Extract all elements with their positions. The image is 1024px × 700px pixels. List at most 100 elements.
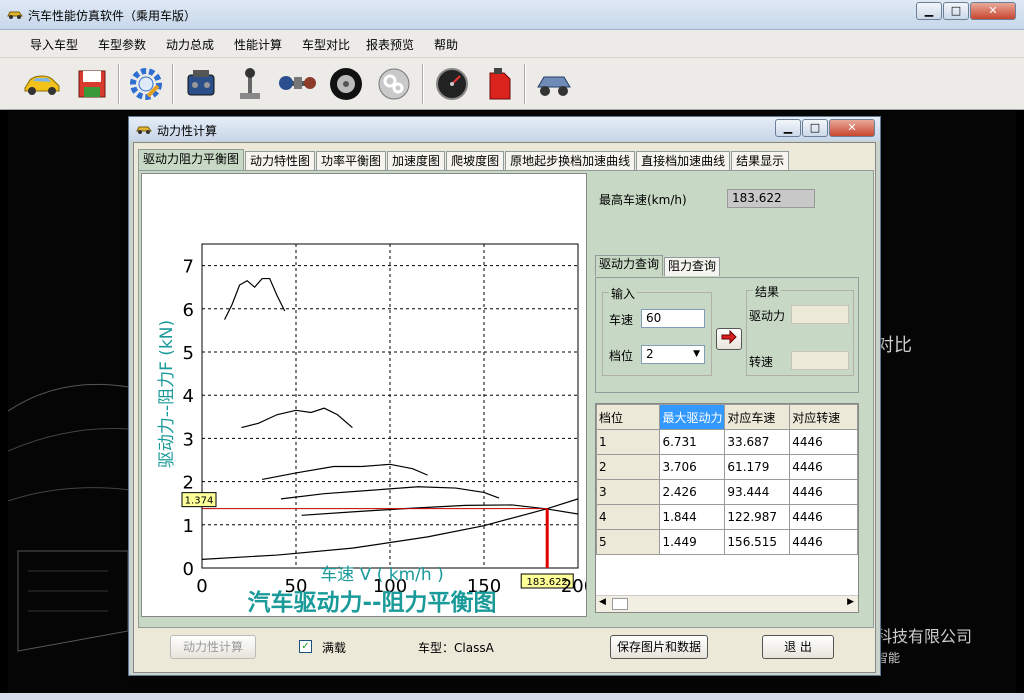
table-cell[interactable]: 4446 [789,429,858,455]
table-cell[interactable]: 6.731 [659,429,726,455]
table-cell[interactable]: 2.426 [659,479,726,505]
tab-dynamic-characteristic[interactable]: 动力特性图 [245,151,316,171]
table-header: 对应车速 [724,404,791,430]
table-header-row: 档位 最大驱动力 对应车速 对应转速 [596,404,858,430]
y-tick-label: 2 [183,473,194,494]
dialog-maximize-button[interactable]: □ [802,119,828,137]
tab-power-balance[interactable]: 功率平衡图 [316,151,387,171]
y-tick-label: 0 [183,559,194,580]
force-balance-page: 1.374183.622 05010015020001234567 驱动力--阻… [138,170,874,628]
table-cell: 5 [596,529,661,555]
full-load-label: 满载 [322,641,347,655]
dialog-close-button[interactable]: ✕ [829,119,875,137]
dialog-titlebar[interactable]: 动力性计算 ▁ □ ✕ [129,117,880,141]
save-image-data-button[interactable]: 保存图片和数据 [610,635,708,659]
horizontal-scrollbar[interactable]: ◀ ▶ [596,595,858,612]
scroll-right-icon[interactable]: ▶ [847,597,854,607]
tab-standing-start-accel[interactable]: 原地起步换档加速曲线 [505,151,636,171]
gear-label: 档位 [609,349,634,363]
menu-model-params[interactable]: 车型参数 [98,36,146,53]
menu-performance-calc[interactable]: 性能计算 [234,36,282,53]
window-titlebar[interactable]: 汽车性能仿真软件（乘用车版） ▁ □ ✕ [0,0,1024,30]
menu-import-model[interactable]: 导入车型 [30,36,78,53]
table-header[interactable]: 最大驱动力 [659,404,726,430]
minimize-button[interactable]: ▁ [916,2,942,20]
menu-model-compare[interactable]: 车型对比 [302,36,350,53]
table-cell[interactable]: 61.179 [724,454,791,480]
table-cell[interactable]: 4446 [789,454,858,480]
table-header: 对应转速 [789,404,858,430]
dialog-minimize-button[interactable]: ▁ [775,119,801,137]
chassis-icon[interactable] [532,62,576,106]
max-force-grid[interactable]: 档位 最大驱动力 对应车速 对应转速 1 6.731 33.687 4446 2 3.7… [595,403,859,613]
menu-powertrain[interactable]: 动力总成 [166,36,214,53]
series-line-5 [301,504,579,516]
car-wireframe-image [8,383,148,652]
fuel-can-icon[interactable] [478,62,522,106]
tab-acceleration[interactable]: 加速度图 [387,151,446,171]
car-app-icon [136,126,152,134]
settings-icon[interactable] [124,62,168,106]
drivetrain-icon[interactable] [276,62,320,106]
query-panel: 输入 车速 60 档位 2 ▼ 结果 驱动力 转速 [595,277,859,393]
series-line-1 [224,277,286,320]
car-icon[interactable] [20,62,64,106]
gears-icon[interactable] [372,62,416,106]
table-cell[interactable]: 4446 [789,479,858,505]
exit-button[interactable]: 退 出 [762,635,834,659]
table-row[interactable]: 3 2.426 93.444 4446 [596,479,858,505]
menu-report-preview[interactable]: 报表预览 [366,36,414,53]
speedometer-icon[interactable] [430,62,474,106]
table-row[interactable]: 2 3.706 61.179 4446 [596,454,858,480]
save-icon[interactable] [70,62,114,106]
car-app-icon [7,11,23,19]
model-label: 车型：ClassA [418,641,494,655]
y-tick-label: 6 [183,300,194,321]
table-row[interactable]: 1 6.731 33.687 4446 [596,429,858,455]
rpm-result-field [791,351,849,370]
table-cell[interactable]: 33.687 [724,429,791,455]
arrow-right-icon [721,329,737,345]
toolbar-separator [118,64,120,104]
y-axis-label: 驱动力--阻力F (kN) [157,320,177,468]
table-cell[interactable]: 156.515 [724,529,791,555]
table-cell[interactable]: 4446 [789,504,858,530]
tab-driving-force-query[interactable]: 驱动力查询 [595,255,664,276]
engine-icon[interactable] [180,62,224,106]
max-force-table: 档位 最大驱动力 对应车速 对应转速 1 6.731 33.687 4446 2 3.7… [596,404,858,555]
table-cell[interactable]: 3.706 [659,454,726,480]
table-cell[interactable]: 1.449 [659,529,726,555]
table-cell[interactable]: 122.987 [724,504,791,530]
table-cell: 1 [596,429,661,455]
calc-button[interactable]: 动力性计算 [170,635,256,659]
tire-icon[interactable] [324,62,368,106]
close-button[interactable]: ✕ [970,2,1016,20]
series-line-3 [262,463,428,481]
y-tick-label: 3 [183,429,194,450]
scroll-left-icon[interactable]: ◀ [599,597,606,607]
tab-resistance-query[interactable]: 阻力查询 [664,257,721,276]
table-cell[interactable]: 4446 [789,529,858,555]
maximize-button[interactable]: □ [943,2,969,20]
query-arrow-button[interactable] [716,328,742,350]
result-group-title: 结果 [753,283,782,300]
tab-force-balance[interactable]: 驱动力阻力平衡图 [138,149,245,171]
table-cell[interactable]: 1.844 [659,504,726,530]
tab-direct-gear-accel[interactable]: 直接档加速曲线 [636,151,731,171]
tab-results[interactable]: 结果显示 [731,151,790,171]
full-load-checkbox[interactable]: ✓ [299,640,312,653]
table-cell[interactable]: 93.444 [724,479,791,505]
y-marker-label: 1.374 [185,496,214,507]
table-cell: 4 [596,504,661,530]
right-panel: 最高车速(km/h) 183.622 驱动力查询 阻力查询 输入 车速 60 档… [591,171,873,627]
table-row[interactable]: 5 1.449 156.515 4446 [596,529,858,555]
speed-input[interactable]: 60 [641,309,705,328]
gear-select[interactable]: 2 ▼ [641,345,705,364]
gear-shifter-icon[interactable] [228,62,272,106]
table-row[interactable]: 4 1.844 122.987 4446 [596,504,858,530]
dialog-title: 动力性计算 [157,124,218,138]
scroll-thumb[interactable] [612,598,628,610]
query-tabs: 驱动力查询 阻力查询 [595,255,721,276]
menu-help[interactable]: 帮助 [434,36,458,53]
tab-gradeability[interactable]: 爬坡度图 [446,151,505,171]
